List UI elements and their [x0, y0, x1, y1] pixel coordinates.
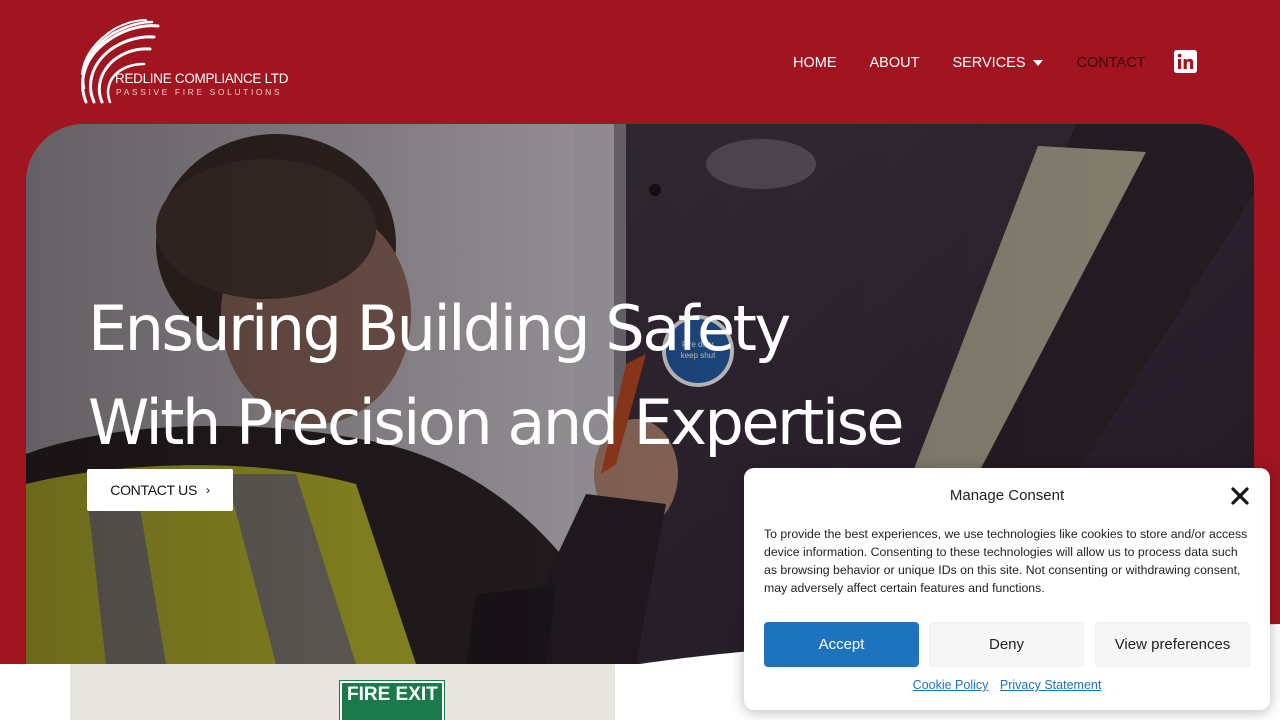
consent-title: Manage Consent — [949, 487, 1065, 504]
site-header: REDLINE COMPLIANCE LTD PASSIVE FIRE SOLU… — [0, 0, 1280, 124]
main-nav: HOME ABOUT SERVICES CONTACT — [793, 52, 1146, 74]
close-icon[interactable] — [1228, 484, 1252, 508]
cookie-consent-dialog: Manage Consent To provide the best exper… — [744, 468, 1270, 710]
consent-links: Cookie Policy Privacy Statement — [744, 678, 1270, 692]
nav-services[interactable]: SERVICES — [952, 55, 1043, 71]
nav-services-label: SERVICES — [952, 55, 1026, 71]
hero-title-line2: With Precision and Expertise — [88, 386, 905, 459]
linkedin-icon[interactable] — [1174, 50, 1197, 73]
site-logo[interactable]: REDLINE COMPLIANCE LTD PASSIVE FIRE SOLU… — [76, 18, 316, 108]
logo-company-name: REDLINE COMPLIANCE LTD — [115, 71, 289, 86]
hero-title-line1: Ensuring Building Safety — [88, 292, 791, 365]
view-preferences-button[interactable]: View preferences — [1095, 622, 1250, 667]
fire-exit-sign: FIRE EXIT — [339, 680, 445, 720]
fire-exit-sign-text: FIRE EXIT — [347, 684, 438, 705]
consent-description: To provide the best experiences, we use … — [764, 527, 1248, 595]
logo-tagline: PASSIVE FIRE SOLUTIONS — [116, 87, 283, 97]
nav-about[interactable]: ABOUT — [870, 55, 920, 71]
nav-contact[interactable]: CONTACT — [1077, 55, 1146, 71]
linkedin-glyph — [1174, 50, 1197, 73]
cookie-policy-link[interactable]: Cookie Policy — [913, 678, 989, 692]
hero-title: Ensuring Building Safety With Precision … — [88, 282, 988, 470]
fire-exit-photo: FIRE EXIT — [70, 664, 615, 720]
nav-home[interactable]: HOME — [793, 55, 837, 71]
caret-down-icon — [1032, 60, 1043, 66]
contact-us-button[interactable]: CONTACT US › — [87, 469, 233, 511]
accept-button[interactable]: Accept — [764, 622, 919, 667]
deny-button[interactable]: Deny — [929, 622, 1084, 667]
contact-us-label: CONTACT US — [110, 482, 197, 498]
chevron-right-icon: › — [206, 483, 210, 497]
privacy-statement-link[interactable]: Privacy Statement — [1000, 678, 1101, 692]
